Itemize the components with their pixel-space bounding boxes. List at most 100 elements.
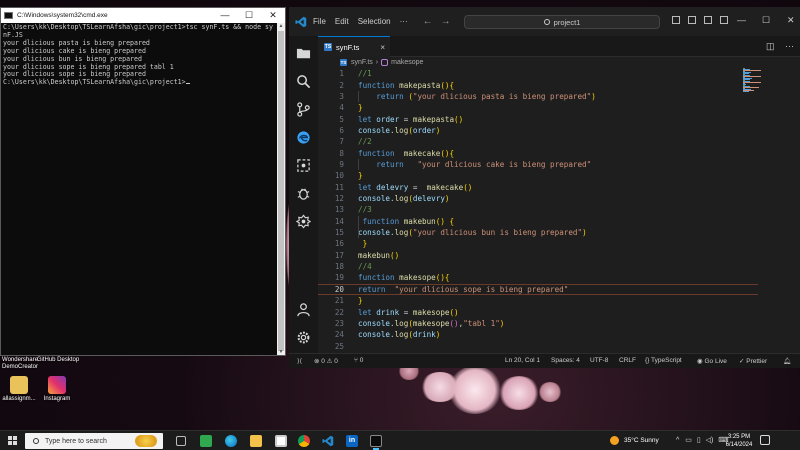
code-line[interactable]: 4} [318, 102, 758, 113]
breadcrumb-file[interactable]: synF.ts [351, 59, 373, 66]
source-control-icon[interactable] [296, 102, 311, 117]
code-line[interactable]: 12 console.log(delevry) [318, 193, 758, 204]
code-editor[interactable]: 1//1 2 function makepasta(){3 return ("you… [318, 68, 800, 353]
chevron-up-icon[interactable]: ^ [676, 437, 679, 444]
code-line[interactable]: 25 [318, 340, 758, 351]
search-icon[interactable] [296, 74, 311, 89]
code-line[interactable]: 7 //2 [318, 136, 758, 147]
settings-gear-icon[interactable] [296, 330, 311, 345]
battery-icon[interactable]: ▯ [697, 437, 701, 444]
code-line[interactable]: 8 function makecake(){ [318, 147, 758, 158]
code-line[interactable]: 11 let delevry = makecake() [318, 182, 758, 193]
close-button[interactable]: ✕ [787, 15, 795, 26]
linkedin-icon[interactable]: in [346, 435, 358, 447]
menu-file[interactable]: File [313, 17, 326, 26]
code-line[interactable]: 9 return "your dlicious cake is bieng pr… [318, 159, 758, 170]
cmd-scroll-thumb[interactable] [278, 31, 284, 351]
close-button[interactable]: ✕ [261, 8, 285, 23]
cmd-titlebar[interactable]: C:\Windows\system32\cmd.exe — ☐ ✕ [1, 8, 285, 23]
account-icon[interactable] [296, 302, 311, 317]
weather-widget[interactable]: 35°C Sunny [610, 436, 659, 445]
edge-icon[interactable] [225, 435, 237, 447]
vscode-taskbar-icon[interactable] [322, 435, 334, 447]
minimap[interactable] [743, 68, 763, 92]
remote-indicator-icon[interactable]: ⟩⟨ [297, 357, 302, 365]
code-line[interactable]: 23 console.log(makesope(),"tabl 1") [318, 318, 758, 329]
breadcrumb-symbol[interactable]: makesope [391, 59, 423, 66]
go-live-button[interactable]: ◉ Go Live [697, 357, 727, 365]
problems-indicator[interactable]: ⊗ 0 ⚠ 0 [314, 357, 338, 365]
remote-explorer-icon[interactable] [296, 158, 311, 173]
code-line[interactable]: 5 let order = makepasta() [318, 113, 758, 124]
code-line[interactable]: 20 return "your dlicious sope is bieng pr… [318, 283, 758, 296]
cmd-window[interactable]: C:\Windows\system32\cmd.exe — ☐ ✕ C:\Use… [0, 7, 286, 356]
forward-arrow-icon[interactable]: → [441, 16, 451, 27]
app-icon-green[interactable] [200, 435, 212, 447]
minimize-button[interactable]: — [213, 8, 237, 23]
close-tab-icon[interactable]: × [380, 43, 385, 52]
code-line[interactable]: 3 return ("your dlicious pasta is bieng … [318, 91, 758, 102]
scroll-down-icon[interactable]: ▼ [277, 349, 285, 355]
prettier-indicator[interactable]: ✓ Prettier [739, 357, 767, 365]
notifications-bell-icon[interactable]: 🔔︎ [783, 357, 791, 365]
eol-indicator[interactable]: CRLF [619, 357, 636, 364]
code-line[interactable]: 22 let drink = makesope() [318, 306, 758, 317]
indentation-indicator[interactable]: Spaces: 4 [551, 357, 580, 364]
vscode-window[interactable]: File Edit Selection ··· ← → project1 — ☐… [289, 7, 800, 368]
maximize-button[interactable]: ☐ [762, 15, 770, 26]
code-line[interactable]: 13 //3 [318, 204, 758, 215]
maximize-button[interactable]: ☐ [237, 8, 261, 23]
toggle-sidebar-icon[interactable] [672, 16, 680, 24]
chrome-icon[interactable] [298, 435, 310, 447]
tab-synf-ts[interactable]: TS synF.ts × [318, 36, 390, 57]
customize-layout-icon[interactable] [720, 16, 728, 24]
windows-start-icon[interactable] [8, 436, 17, 445]
run-debug-icon[interactable] [296, 186, 311, 201]
toggle-secondary-sidebar-icon[interactable] [704, 16, 712, 24]
system-tray[interactable]: ^ ▭ ▯ ◁) ⌨ [676, 436, 728, 444]
taskbar-search-box[interactable]: Type here to search [25, 433, 163, 449]
desktop-icon-instagram[interactable]: Instagram [35, 376, 79, 403]
code-line[interactable]: 18 //4 [318, 261, 758, 272]
notification-center-icon[interactable] [760, 435, 770, 445]
cursor-position[interactable]: Ln 20, Col 1 [505, 357, 540, 364]
extensions-icon[interactable] [296, 214, 311, 229]
task-view-icon[interactable] [176, 436, 186, 446]
toggle-panel-icon[interactable] [688, 16, 696, 24]
edge-devtools-icon[interactable] [296, 130, 311, 145]
desktop-icon-github[interactable]: GitHub Desktop [36, 357, 80, 364]
explorer-icon[interactable] [296, 46, 311, 61]
store-icon[interactable] [275, 435, 287, 447]
cmd-scrollbar[interactable]: ▲ ▼ [277, 23, 285, 355]
minimize-button[interactable]: — [737, 15, 746, 25]
code-line[interactable]: 2 function makepasta(){ [318, 79, 758, 90]
network-icon[interactable]: ▭ [685, 437, 692, 444]
back-arrow-icon[interactable]: ← [423, 16, 433, 27]
command-center-search[interactable]: project1 [464, 15, 660, 29]
split-editor-icon[interactable]: ◫ [766, 41, 775, 51]
code-line[interactable]: 24 console.log(drink) [318, 329, 758, 340]
encoding-indicator[interactable]: UTF-8 [590, 357, 608, 364]
code-line[interactable]: 15 console.log("your dlicious bun is bien… [318, 227, 758, 238]
volume-icon[interactable]: ◁) [706, 437, 714, 444]
more-actions-icon[interactable]: ··· [785, 41, 794, 51]
ports-indicator[interactable]: ⑂ 0 [354, 357, 363, 364]
cmd-taskbar-icon[interactable] [370, 435, 382, 450]
code-line[interactable]: 19 function makesope(){ [318, 272, 758, 283]
code-line[interactable]: 21} [318, 295, 758, 306]
code-line[interactable]: 6 console.log(order) [318, 125, 758, 136]
menu-more[interactable]: ··· [400, 17, 408, 26]
code-line[interactable]: 14 function makebun() { [318, 216, 758, 227]
file-explorer-icon[interactable] [250, 435, 262, 447]
scroll-up-icon[interactable]: ▲ [277, 23, 285, 29]
taskbar-clock[interactable]: 3:25 PM 6/14/2024 [722, 433, 756, 449]
cmd-output[interactable]: C:\Users\kk\Desktop\TSLearnAfsha\gic\pro… [1, 23, 285, 88]
menu-selection[interactable]: Selection [358, 17, 391, 26]
language-mode[interactable]: {} TypeScript [645, 357, 682, 364]
menu-edit[interactable]: Edit [335, 17, 349, 26]
editor-scrollbar[interactable] [791, 68, 799, 353]
code-line[interactable]: 17 makebun() [318, 250, 758, 261]
code-line[interactable]: 1 //1 [318, 68, 758, 79]
code-line[interactable]: 16 } [318, 238, 758, 249]
code-line[interactable]: 10} [318, 170, 758, 181]
